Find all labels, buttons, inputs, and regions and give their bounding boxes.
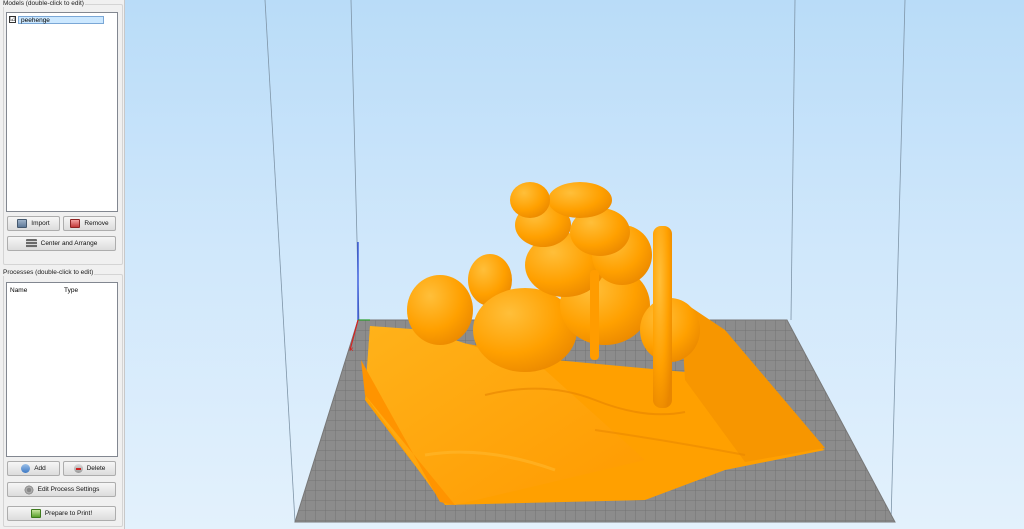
remove-icon [70, 219, 81, 228]
import-button-label: Import [31, 220, 50, 227]
remove-button[interactable]: Remove [63, 216, 116, 231]
add-button-label: Add [34, 465, 46, 472]
add-icon [21, 464, 31, 473]
models-list[interactable]: ☑ peehenge [6, 12, 118, 212]
prepare-to-print-label: Prepare to Print! [44, 510, 93, 517]
edit-process-settings-button[interactable]: Edit Process Settings [7, 482, 116, 497]
list-item[interactable]: ☑ peehenge [9, 15, 115, 24]
delete-icon [73, 464, 83, 473]
edit-process-settings-label: Edit Process Settings [37, 486, 100, 493]
scene-canvas[interactable]: × [125, 0, 1024, 529]
models-group-title: Models (double-click to edit) [2, 0, 85, 7]
print-icon [30, 509, 41, 518]
arrange-icon [25, 239, 37, 248]
center-and-arrange-button[interactable]: Center and Arrange [7, 236, 116, 251]
delete-process-button[interactable]: Delete [63, 461, 116, 476]
add-process-button[interactable]: Add [7, 461, 60, 476]
column-header-name[interactable]: Name [10, 287, 27, 294]
import-icon [17, 219, 28, 228]
model-visible-checkbox[interactable]: ☑ [9, 16, 16, 23]
processes-list[interactable]: Name Type [6, 282, 118, 457]
remove-button-label: Remove [84, 220, 109, 227]
delete-button-label: Delete [86, 465, 106, 472]
model-name[interactable]: peehenge [18, 15, 104, 24]
3d-viewport[interactable]: × [125, 0, 1024, 529]
svg-text:×: × [349, 345, 354, 354]
sidebar: Models (double-click to edit) ☑ peehenge… [0, 0, 125, 529]
column-header-type[interactable]: Type [64, 287, 78, 294]
gears-icon [23, 484, 34, 495]
processes-group-title: Processes (double-click to edit) [2, 269, 95, 276]
prepare-to-print-button[interactable]: Prepare to Print! [7, 506, 116, 521]
import-button[interactable]: Import [7, 216, 60, 231]
center-and-arrange-label: Center and Arrange [40, 240, 98, 247]
